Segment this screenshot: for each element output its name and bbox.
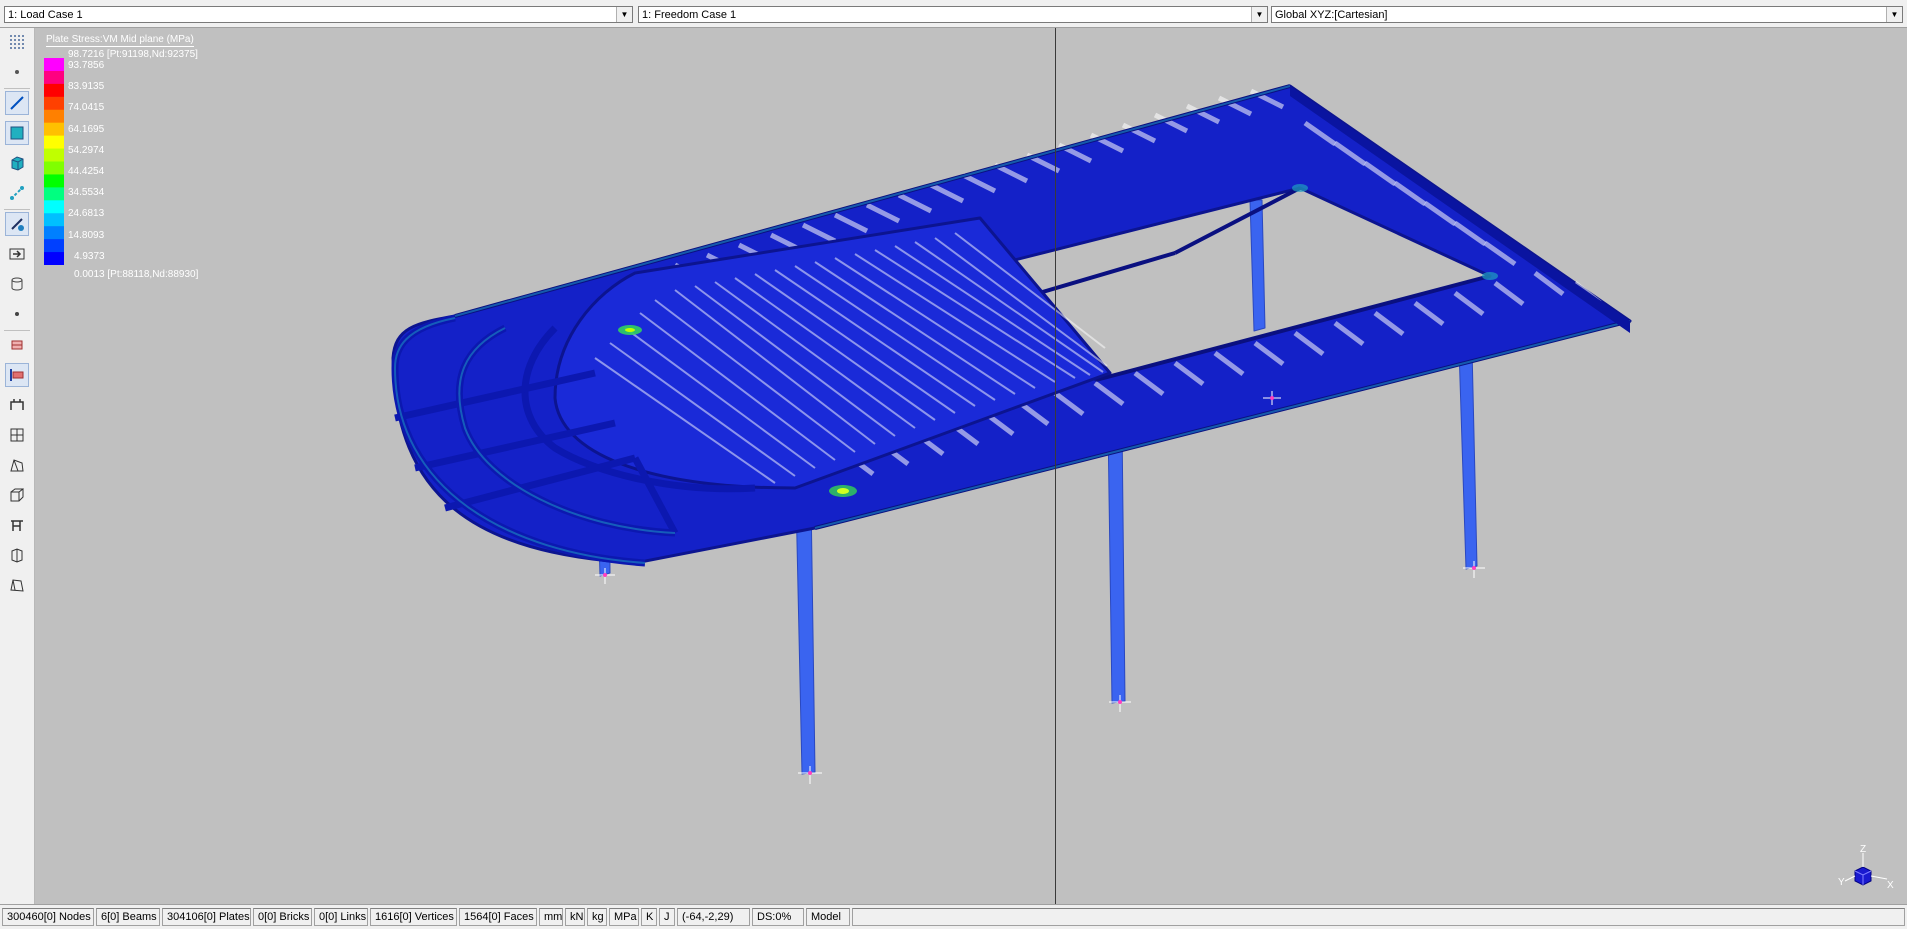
attribute-icon[interactable]: [5, 333, 29, 357]
legend-swatch: [44, 109, 64, 124]
unit-stress[interactable]: MPa: [609, 908, 639, 926]
structure-icon[interactable]: [5, 513, 29, 537]
solid-mesh-icon[interactable]: [5, 483, 29, 507]
legend-tick-label: 93.7856: [68, 60, 105, 71]
legend-swatch: [44, 122, 64, 137]
chevron-down-icon[interactable]: ▼: [616, 7, 632, 22]
mesh-grid-icon[interactable]: [5, 423, 29, 447]
draw-element-icon[interactable]: [5, 212, 29, 236]
legend-swatch: [44, 135, 64, 150]
beam-icon[interactable]: [5, 91, 29, 115]
coord-system-value: Global XYZ:[Cartesian]: [1275, 9, 1388, 21]
point-icon[interactable]: [5, 302, 29, 326]
cursor-coordinates: (-64,-2,29): [677, 908, 750, 926]
cylinder-icon[interactable]: [5, 272, 29, 296]
legend-swatch: [44, 83, 64, 98]
node-icon[interactable]: [5, 60, 29, 84]
view-split-line[interactable]: [1055, 28, 1056, 904]
load-case-value: 1: Load Case 1: [8, 9, 83, 21]
axis-x-label: X: [1887, 880, 1894, 891]
legend-swatch: [44, 58, 64, 72]
legend-swatch: [44, 252, 64, 265]
arrow-box-icon[interactable]: [5, 242, 29, 266]
status-plates: 304106[0] Plates: [162, 908, 251, 926]
beam-attribute-icon[interactable]: [5, 363, 29, 387]
legend-tick-label: 54.2974: [68, 144, 105, 156]
load-case-dropdown[interactable]: 1: Load Case 1 ▼: [4, 6, 633, 23]
legend-tick-label: 74.0415: [68, 102, 105, 114]
status-mode: Model: [806, 908, 850, 926]
axis-triad: Z X Y: [1838, 844, 1894, 891]
legend-tick-label: 4.9373: [74, 250, 105, 262]
unit-temperature[interactable]: K: [641, 908, 657, 926]
legend-tick-label: 24.6813: [68, 208, 105, 220]
freedom-case-dropdown[interactable]: 1: Freedom Case 1 ▼: [638, 6, 1268, 23]
unit-energy[interactable]: J: [659, 908, 675, 926]
legend-color-bar: [44, 58, 64, 265]
left-toolbar: [0, 28, 35, 904]
legend-swatch: [44, 96, 64, 111]
frame-icon[interactable]: [5, 393, 29, 417]
status-empty-panel: [852, 908, 1905, 926]
legend-swatch: [44, 226, 64, 240]
legend-tick-label: 64.1695: [68, 123, 105, 135]
case-selector-bar: 1: Load Case 1 ▼ 1: Freedom Case 1 ▼ Glo…: [0, 0, 1907, 28]
legend-swatch: [44, 200, 64, 214]
legend-tick-label: 44.4254: [68, 166, 105, 177]
legend-swatch: [44, 161, 64, 175]
status-nodes: 300460[0] Nodes: [2, 908, 94, 926]
status-vertices: 1616[0] Vertices: [370, 908, 457, 926]
legend-tick-label: 83.9135: [68, 81, 105, 93]
unit-mass[interactable]: kg: [587, 908, 607, 926]
status-bricks: 0[0] Bricks: [253, 908, 312, 926]
skew-mesh-icon[interactable]: [5, 453, 29, 477]
axis-z-label: Z: [1860, 844, 1866, 855]
coord-system-dropdown[interactable]: Global XYZ:[Cartesian] ▼: [1271, 6, 1903, 23]
plate-stress-model: [391, 84, 1632, 784]
stress-legend: Plate Stress:VM Mid plane (MPa) 98.7216 …: [44, 34, 244, 294]
unit-force[interactable]: kN: [565, 908, 585, 926]
legend-swatch: [44, 70, 64, 85]
chevron-down-icon[interactable]: ▼: [1251, 7, 1267, 22]
legend-swatch: [44, 148, 64, 162]
chevron-down-icon[interactable]: ▼: [1886, 7, 1902, 22]
legend-max-label: 98.7216 [Pt:91198,Nd:92375]: [68, 49, 198, 60]
status-beams: 6[0] Beams: [96, 908, 160, 926]
link-icon[interactable]: [5, 181, 29, 205]
grid-dots-icon[interactable]: [5, 30, 29, 54]
legend-swatch: [44, 174, 64, 188]
status-links: 0[0] Links: [314, 908, 368, 926]
status-bar: 300460[0] Nodes 6[0] Beams 304106[0] Pla…: [0, 904, 1907, 929]
legend-title: Plate Stress:VM Mid plane (MPa): [46, 34, 194, 47]
extrude-icon[interactable]: [5, 543, 29, 567]
legend-swatch: [44, 213, 64, 227]
status-faces: 1564[0] Faces: [459, 908, 537, 926]
status-ds: DS:0%: [752, 908, 804, 926]
plate-icon[interactable]: [5, 121, 29, 145]
plate-group-icon[interactable]: [5, 573, 29, 597]
legend-tick-label: 14.8093: [68, 229, 105, 241]
legend-swatch: [44, 187, 64, 201]
legend-swatch: [44, 239, 64, 253]
brick-icon[interactable]: [5, 151, 29, 175]
freedom-case-value: 1: Freedom Case 1: [642, 9, 737, 21]
legend-min-label: 0.0013 [Pt:88118,Nd:88930]: [74, 269, 199, 280]
model-viewport[interactable]: Plate Stress:VM Mid plane (MPa) 98.7216 …: [35, 28, 1907, 904]
legend-tick-label: 34.5534: [68, 187, 105, 199]
axis-y-label: Y: [1838, 877, 1845, 888]
unit-length[interactable]: mm: [539, 908, 563, 926]
